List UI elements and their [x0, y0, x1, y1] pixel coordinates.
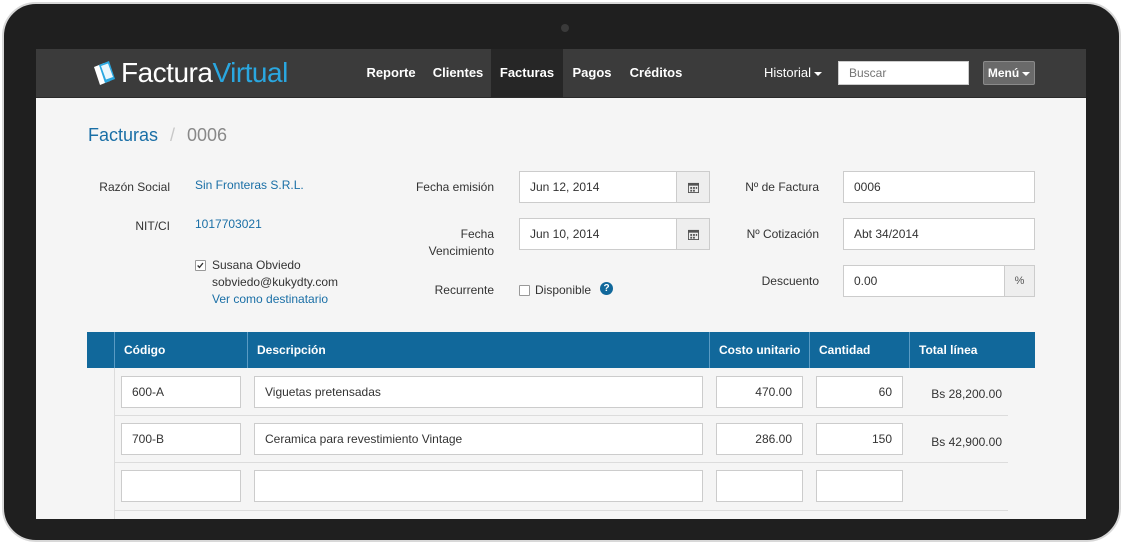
check-icon	[197, 262, 204, 269]
chevron-down-icon	[1022, 71, 1031, 76]
percent-addon: %	[1005, 265, 1035, 297]
row-divider	[114, 415, 1008, 416]
menu-label: Menú	[987, 66, 1020, 80]
document-logo-icon	[94, 61, 115, 85]
help-icon-glyph: ?	[603, 283, 610, 294]
nav-item-pagos[interactable]: Pagos	[564, 49, 620, 97]
numero-factura-label: Nº de Factura	[745, 180, 819, 194]
contact-checkbox[interactable]	[195, 260, 206, 271]
costo-unitario-input[interactable]: 470.00	[716, 376, 803, 408]
row-divider	[114, 510, 1008, 511]
contact-name: Susana Obviedo	[212, 258, 301, 272]
fecha-vencimiento-label-2: Vencimiento	[428, 244, 494, 258]
logo-accent: Virtual	[212, 57, 288, 88]
historial-label: Historial	[764, 65, 811, 80]
table-border-left	[114, 368, 115, 519]
descuento-input[interactable]: 0.00	[843, 265, 1005, 297]
app-screen: FacturaVirtual Reporte Clientes Facturas…	[36, 49, 1086, 519]
calendar-button[interactable]	[677, 218, 710, 250]
cantidad-input[interactable]: 150	[816, 423, 903, 455]
nit-value[interactable]: 1017703021	[195, 216, 262, 232]
breadcrumb-current: 0006	[187, 125, 228, 145]
razon-social-value[interactable]: Sin Fronteras S.R.L.	[195, 177, 304, 193]
total-linea: Bs 42,900.00	[931, 435, 1002, 449]
logo-text: FacturaVirtual	[121, 57, 288, 89]
cotizacion-label: Nº Cotización	[746, 227, 819, 241]
nit-label: NIT/CI	[135, 219, 170, 233]
app-logo[interactable]: FacturaVirtual	[90, 57, 288, 89]
header-total-linea: Total línea	[909, 332, 1035, 368]
codigo-input[interactable]: 600-A	[121, 376, 241, 408]
disponible-checkbox[interactable]	[519, 285, 530, 296]
recurrente-label: Recurrente	[434, 283, 494, 297]
ver-como-destinatario-link[interactable]: Ver como destinatario	[212, 291, 328, 307]
breadcrumb-separator: /	[170, 125, 176, 145]
descripcion-input[interactable]	[254, 470, 703, 502]
fecha-emision-input[interactable]: Jun 12, 2014	[519, 171, 677, 203]
header-cantidad: Cantidad	[809, 332, 909, 368]
search-input[interactable]	[838, 61, 969, 85]
logo-primary: Factura	[121, 57, 213, 88]
contact-email: sobviedo@kukydty.com	[212, 275, 339, 289]
costo-unitario-input[interactable]	[716, 470, 803, 502]
numero-factura-input[interactable]: 0006	[843, 171, 1035, 203]
fecha-vencimiento-label-1: Fecha	[460, 227, 494, 241]
calendar-button[interactable]	[677, 171, 710, 203]
disponible-label: Disponible	[535, 283, 592, 297]
costo-unitario-input[interactable]: 286.00	[716, 423, 803, 455]
total-linea: Bs 28,200.00	[931, 387, 1002, 401]
cantidad-input[interactable]: 60	[816, 376, 903, 408]
row-divider	[114, 462, 1008, 463]
fecha-vencimiento-input[interactable]: Jun 10, 2014	[519, 218, 677, 250]
chevron-down-icon	[813, 71, 822, 76]
header-descripcion: Descripción	[247, 332, 709, 368]
camera	[561, 24, 569, 32]
calendar-icon	[687, 229, 699, 240]
codigo-input[interactable]: 700-B	[121, 423, 241, 455]
cotizacion-input[interactable]: Abt 34/2014	[843, 218, 1035, 250]
descripcion-input[interactable]: Viguetas pretensadas	[254, 376, 703, 408]
calendar-icon	[687, 182, 699, 193]
nav-item-clientes[interactable]: Clientes	[426, 49, 490, 97]
header-codigo: Código	[114, 332, 247, 368]
codigo-input[interactable]	[121, 470, 241, 502]
breadcrumb-root[interactable]: Facturas	[88, 125, 158, 146]
fecha-emision-label: Fecha emisión	[415, 180, 494, 194]
cantidad-input[interactable]	[816, 470, 903, 502]
nav-item-creditos[interactable]: Créditos	[623, 49, 689, 97]
descuento-label: Descuento	[761, 274, 819, 288]
line-items-header: Código Descripción Costo unitario Cantid…	[87, 332, 1035, 368]
help-icon[interactable]: ?	[600, 282, 613, 295]
descripcion-input[interactable]: Ceramica para revestimiento Vintage	[254, 423, 703, 455]
top-navbar: FacturaVirtual Reporte Clientes Facturas…	[36, 49, 1086, 98]
nav-item-facturas[interactable]: Facturas	[491, 49, 563, 97]
menu-button[interactable]: Menú	[983, 61, 1035, 85]
nav-item-reporte[interactable]: Reporte	[360, 49, 422, 97]
razon-social-label: Razón Social	[99, 180, 170, 194]
header-costo-unitario: Costo unitario	[709, 332, 809, 368]
historial-dropdown[interactable]: Historial	[764, 49, 830, 97]
